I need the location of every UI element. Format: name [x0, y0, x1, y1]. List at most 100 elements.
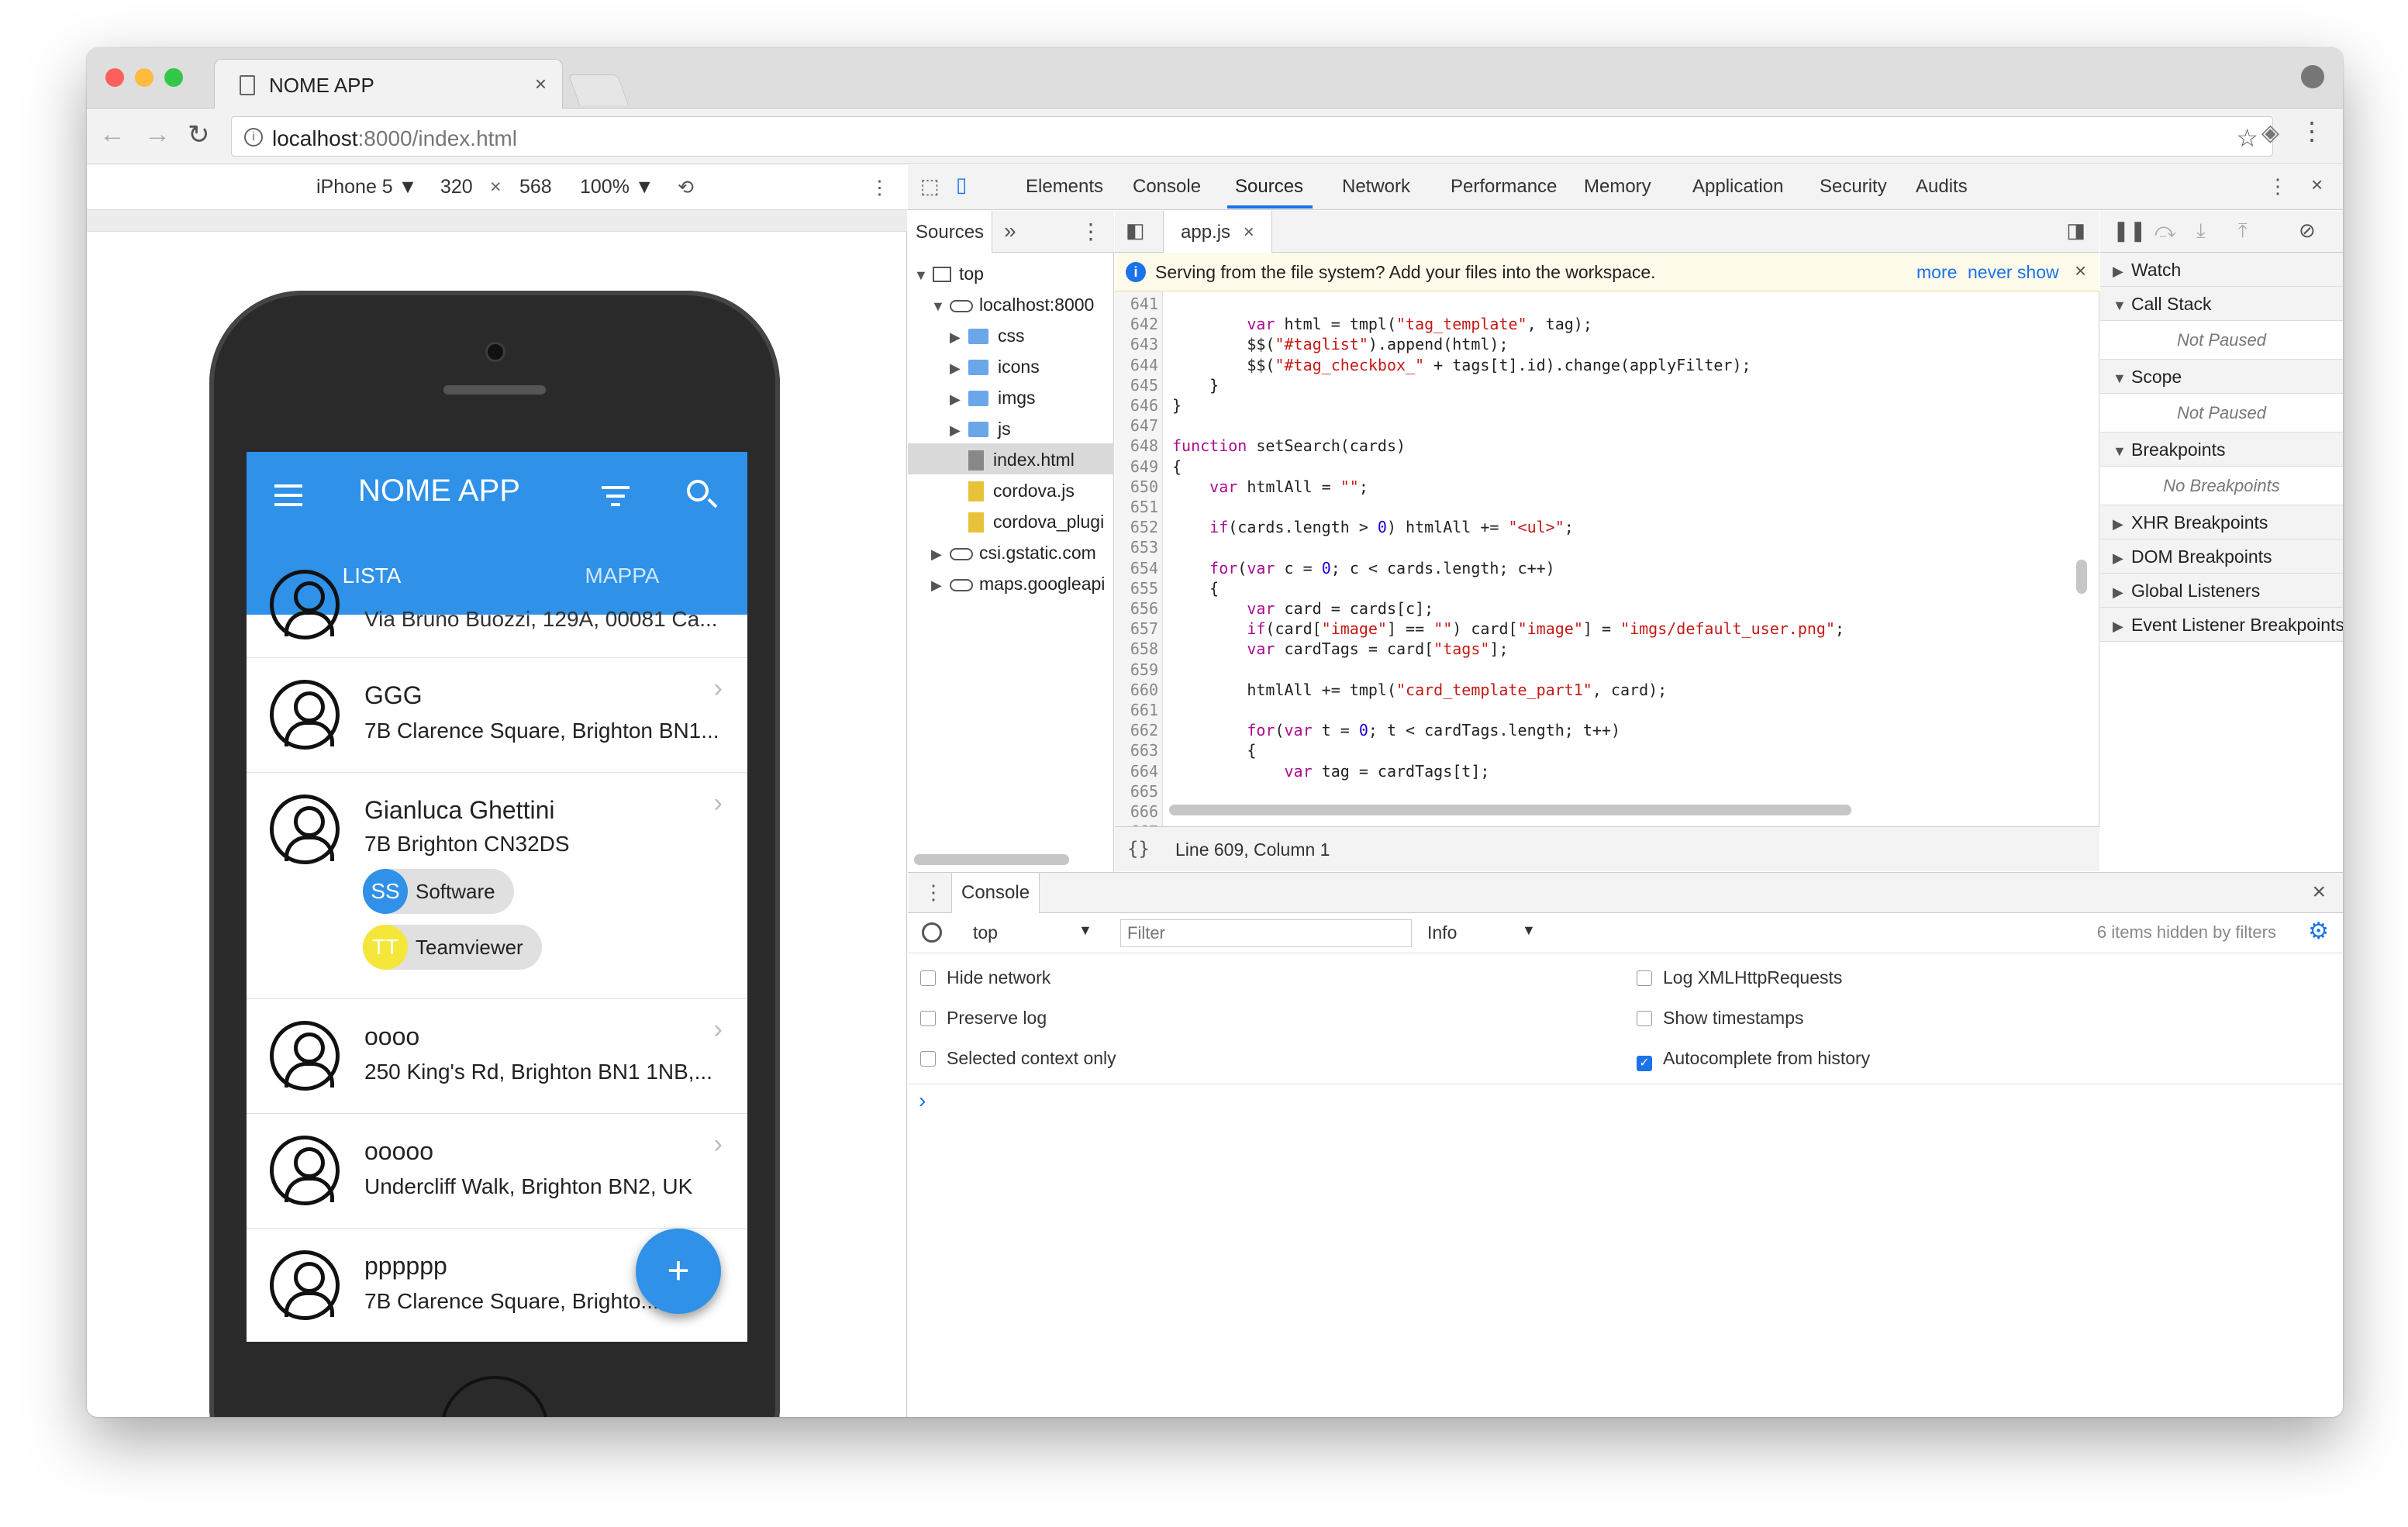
list-item[interactable]: GGG 7B Clarence Square, Brighton BN1... … [247, 658, 747, 773]
checkbox-box[interactable] [920, 970, 936, 986]
device-toolbar-more-button[interactable]: ⋮ [870, 176, 889, 199]
profile-icon[interactable] [2301, 65, 2324, 88]
forward-button[interactable]: → [144, 119, 171, 150]
drawer-console-tab[interactable]: Console [951, 873, 1040, 913]
step-into-icon[interactable]: ⤓ [2196, 219, 2206, 243]
infobar-more-link[interactable]: more [1916, 262, 1957, 283]
tree-item-top[interactable]: ▼ top [914, 264, 984, 284]
console-prompt[interactable]: › [919, 1088, 926, 1113]
tab-elements[interactable]: Elements [1026, 176, 1103, 198]
list-item[interactable]: oooo 250 King's Rd, Brighton BN1 1NB,...… [247, 999, 747, 1114]
tab-performance[interactable]: Performance [1451, 176, 1557, 198]
checkbox-box[interactable] [1637, 970, 1652, 986]
reload-button[interactable]: ↻ [188, 119, 210, 150]
hide-network-checkbox[interactable]: Hide network [920, 967, 1050, 988]
checkbox-box[interactable]: ✓ [1637, 1056, 1652, 1071]
infobar-close-icon[interactable]: × [2075, 259, 2086, 283]
tree-item-css[interactable]: ▶ css [950, 326, 1025, 346]
navigator-more-tabs[interactable]: » [1004, 219, 1016, 243]
filter-icon[interactable] [600, 486, 631, 509]
event-listener-breakpoints-section[interactable]: ▶ Event Listener Breakpoints [2100, 608, 2343, 642]
tree-item-csi-gstatic[interactable]: ▶ csi.gstatic.com [931, 543, 1096, 564]
add-fab-button[interactable]: + [636, 1229, 721, 1314]
clear-console-icon[interactable] [922, 922, 942, 943]
xhr-breakpoints-section[interactable]: ▶ XHR Breakpoints [2100, 505, 2343, 539]
drawer-menu-button[interactable]: ⋮ [923, 881, 944, 905]
log-level-select[interactable]: Info [1427, 922, 1457, 943]
list-item[interactable]: Via Bruno Buozzi, 129A, 00081 Ca... [247, 570, 747, 658]
tab-network[interactable]: Network [1342, 176, 1410, 198]
log-xhr-checkbox[interactable]: Log XMLHttpRequests [1637, 967, 1842, 988]
device-height-input[interactable]: 568 [519, 176, 552, 198]
navigator-sources-tab[interactable]: Sources [908, 211, 993, 253]
tree-item-maps-googleapis[interactable]: ▶ maps.googleapi [931, 574, 1114, 595]
hamburger-menu-icon[interactable] [274, 484, 302, 506]
tab-sources[interactable]: Sources [1235, 176, 1303, 198]
tag-chip[interactable]: SS Software [363, 869, 514, 914]
editor-horizontal-scrollbar[interactable] [1169, 805, 1851, 815]
device-select[interactable]: iPhone 5 ▼ [316, 176, 417, 198]
url-bar[interactable]: i localhost:8000/index.html ☆ [231, 116, 2273, 157]
checkbox-box[interactable] [920, 1011, 936, 1026]
tree-item-index-html[interactable]: index.html [908, 443, 1114, 474]
watch-section[interactable]: ▶ Watch [2100, 253, 2343, 287]
preserve-log-checkbox[interactable]: Preserve log [920, 1008, 1047, 1029]
show-timestamps-checkbox[interactable]: Show timestamps [1637, 1008, 1804, 1029]
tab-memory[interactable]: Memory [1584, 176, 1651, 198]
step-over-icon[interactable]: ⤼ [2154, 219, 2176, 243]
tab-application[interactable]: Application [1692, 176, 1783, 198]
devtools-close-button[interactable]: × [2311, 173, 2323, 197]
maximize-window-button[interactable] [164, 68, 183, 87]
tag-chip[interactable]: TT Teamviewer [363, 925, 542, 970]
file-tab-close-icon[interactable]: × [1244, 222, 1254, 243]
inspect-element-icon[interactable]: ⬚ [920, 174, 940, 198]
scope-section[interactable]: ▼ Scope [2100, 360, 2343, 394]
tab-close-button[interactable]: × [535, 72, 547, 96]
deactivate-breakpoints-icon[interactable]: ⊘ [2299, 219, 2316, 243]
bookmark-star-icon[interactable]: ☆ [2236, 123, 2258, 153]
toggle-debugger-icon[interactable]: ◨ [2066, 219, 2085, 243]
browser-menu-button[interactable]: ⋮ [2299, 116, 2324, 146]
console-filter-input[interactable] [1120, 919, 1412, 947]
search-icon[interactable] [687, 480, 709, 502]
list-item[interactable]: ooooo Undercliff Walk, Brighton BN2, UK … [247, 1114, 747, 1229]
device-width-input[interactable]: 320 [440, 176, 473, 198]
device-toggle-icon[interactable]: ▯ [956, 173, 967, 197]
drawer-close-button[interactable]: × [2312, 879, 2326, 905]
back-button[interactable]: ← [99, 119, 126, 150]
editor-vertical-scrollbar[interactable] [2076, 560, 2087, 594]
line-number[interactable]: 666 [1115, 802, 1158, 821]
pretty-print-button[interactable]: {} [1127, 838, 1150, 860]
tab-security[interactable]: Security [1820, 176, 1887, 198]
console-settings-gear-icon[interactable]: ⚙ [2308, 918, 2329, 945]
step-out-icon[interactable]: ⤒ [2238, 219, 2248, 243]
devtools-more-button[interactable]: ⋮ [2268, 174, 2288, 198]
navigator-scrollbar[interactable] [914, 854, 1069, 865]
browser-tab[interactable]: NOME APP × [214, 59, 563, 109]
pause-icon[interactable]: ❚❚ [2113, 219, 2147, 243]
infobar-never-show-link[interactable]: never show [1968, 262, 2059, 283]
zoom-select[interactable]: 100% ▼ [580, 176, 654, 198]
tree-item-imgs[interactable]: ▶ imgs [950, 388, 1036, 408]
navigator-menu-button[interactable]: ⋮ [1080, 219, 1102, 244]
context-select[interactable]: top [973, 922, 998, 943]
level-dropdown-icon[interactable]: ▼ [1522, 922, 1536, 939]
editor-file-tab[interactable]: app.js × [1163, 211, 1272, 253]
context-dropdown-icon[interactable]: ▼ [1078, 922, 1092, 939]
autocomplete-history-checkbox[interactable]: ✓ Autocomplete from history [1637, 1048, 1870, 1071]
minimize-window-button[interactable] [135, 68, 154, 87]
new-tab-button[interactable] [568, 74, 630, 105]
tree-item-cordova-plugins[interactable]: cordova_plugi [968, 512, 1114, 533]
dom-breakpoints-section[interactable]: ▶ DOM Breakpoints [2100, 539, 2343, 574]
tree-item-cordova-js[interactable]: cordova.js [968, 481, 1075, 502]
rotate-icon[interactable]: ⟲ [678, 176, 694, 199]
tree-item-localhost[interactable]: ▼ localhost:8000 [931, 295, 1094, 315]
tab-console[interactable]: Console [1133, 176, 1201, 198]
breakpoints-section[interactable]: ▼ Breakpoints [2100, 433, 2343, 467]
tree-item-js[interactable]: ▶ js [950, 419, 1011, 439]
tab-mappa[interactable]: MAPPA [497, 564, 747, 588]
close-window-button[interactable] [105, 68, 124, 87]
call-stack-section[interactable]: ▼ Call Stack [2100, 287, 2343, 321]
checkbox-box[interactable] [1637, 1011, 1652, 1026]
tree-item-icons[interactable]: ▶ icons [950, 357, 1040, 377]
